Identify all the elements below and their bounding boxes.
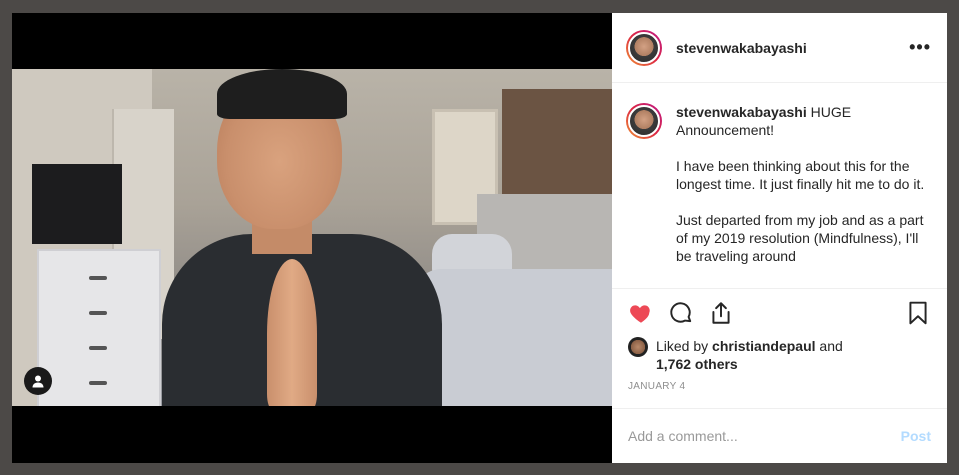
post-media	[12, 13, 612, 463]
post-date[interactable]: JANUARY 4	[628, 381, 931, 392]
likes-count[interactable]: 1,762 others	[656, 356, 738, 372]
caption-username[interactable]: stevenwakabayashi	[676, 104, 807, 120]
post-side-panel: stevenwakabayashi ••• stevenwakabayashi …	[612, 13, 947, 463]
actions-section: Liked by christiandepaul and 1,762 other…	[612, 288, 947, 408]
likes-and: and	[815, 338, 843, 354]
post-comment-button[interactable]: Post	[901, 428, 931, 444]
likes-prefix: Liked by	[656, 338, 713, 354]
avatar[interactable]	[626, 29, 662, 66]
post-header: stevenwakabayashi •••	[612, 13, 947, 83]
liker-username[interactable]: christiandepaul	[712, 338, 815, 354]
heart-icon[interactable]	[628, 293, 668, 333]
comment-input[interactable]: Add a comment...	[628, 428, 901, 444]
caption-avatar[interactable]	[626, 103, 662, 139]
header-username[interactable]: stevenwakabayashi	[676, 40, 909, 56]
action-bar	[628, 289, 931, 337]
likes-summary: Liked by christiandepaul and 1,762 other…	[628, 337, 931, 373]
share-icon[interactable]	[708, 293, 748, 333]
liker-avatar[interactable]	[628, 337, 648, 357]
post-modal: stevenwakabayashi ••• stevenwakabayashi …	[12, 13, 947, 463]
post-photo[interactable]	[12, 69, 612, 406]
comment-icon[interactable]	[668, 293, 708, 333]
caption-area: stevenwakabayashi HUGE Announcement! I h…	[612, 83, 947, 288]
more-options-icon[interactable]: •••	[909, 37, 931, 58]
caption-text: stevenwakabayashi HUGE Announcement! I h…	[676, 103, 926, 288]
bookmark-icon[interactable]	[891, 293, 931, 333]
tagged-users-icon[interactable]	[24, 367, 52, 395]
caption-paragraph-1: I have been thinking about this for the …	[676, 158, 925, 192]
caption-paragraph-2: Just departed from my job and as a part …	[676, 212, 924, 264]
comment-bar: Add a comment... Post	[612, 408, 947, 463]
